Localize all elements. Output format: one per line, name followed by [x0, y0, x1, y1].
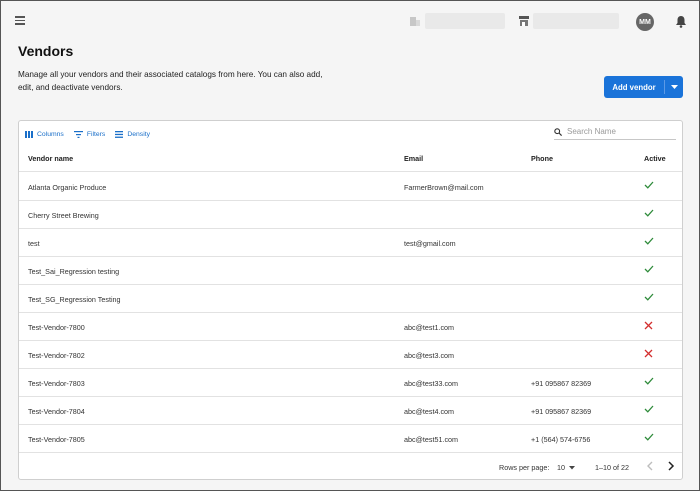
- table-row[interactable]: Test_Sai_Regression testing: [19, 257, 682, 285]
- table-row[interactable]: test test@gmail.com: [19, 229, 682, 257]
- table-body: Atlanta Organic Produce FarmerBrown@mail…: [19, 173, 682, 453]
- email-cell: FarmerBrown@mail.com: [404, 183, 484, 192]
- pagination-footer: Rows per page: 10 1–10 of 22: [19, 454, 682, 480]
- active-check-icon: [644, 405, 654, 415]
- filters-label: Filters: [86, 130, 106, 138]
- rows-per-page-label: Rows per page:: [499, 463, 550, 472]
- active-check-icon: [644, 265, 654, 275]
- vendor-name-cell: Test-Vendor-7802: [28, 351, 85, 360]
- add-vendor-label[interactable]: Add vendor: [604, 76, 664, 98]
- vendor-name-cell: test: [28, 239, 40, 248]
- vendors-table-card: Columns Filters Density Vendor name Emai…: [18, 120, 683, 480]
- columns-icon: [25, 130, 33, 138]
- page-description: Manage all your vendors and their associ…: [18, 70, 323, 92]
- store-selector[interactable]: [533, 13, 619, 29]
- density-button[interactable]: Density: [115, 130, 151, 138]
- notification-bell-icon[interactable]: [675, 15, 687, 28]
- filter-icon: [73, 130, 83, 138]
- table-row[interactable]: Test-Vendor-7800 abc@test1.com: [19, 313, 682, 341]
- top-bar: MM: [1, 1, 699, 41]
- table-row[interactable]: Test-Vendor-7803 abc@test33.com +91 0958…: [19, 369, 682, 397]
- building-icon: [410, 17, 420, 26]
- phone-cell: +1 (564) 574-6756: [531, 435, 591, 444]
- filters-button[interactable]: Filters: [73, 130, 106, 138]
- email-cell: abc@test3.com: [404, 351, 455, 360]
- rows-per-page-value: 10: [557, 463, 565, 472]
- store-icon: [519, 16, 529, 26]
- search-box[interactable]: [554, 124, 676, 140]
- table-row[interactable]: Test-Vendor-7805 abc@test51.com +1 (564)…: [19, 425, 682, 453]
- add-vendor-button[interactable]: Add vendor: [604, 76, 683, 98]
- inactive-x-icon: [644, 349, 653, 360]
- columns-label: Columns: [37, 130, 64, 138]
- chevron-left-icon: [647, 461, 653, 471]
- column-header-email[interactable]: Email: [404, 154, 423, 163]
- chevron-right-icon: [668, 461, 675, 471]
- vendor-name-cell: Cherry Street Brewing: [28, 211, 99, 220]
- menu-icon[interactable]: [15, 16, 25, 25]
- active-check-icon: [644, 433, 654, 443]
- vendor-name-cell: Test-Vendor-7804: [28, 407, 85, 416]
- email-cell: abc@test4.com: [404, 407, 455, 416]
- active-check-icon: [644, 181, 654, 191]
- organization-selector[interactable]: [425, 13, 505, 29]
- search-icon: [554, 127, 562, 136]
- vendor-name-cell: Test_SG_Regression Testing: [28, 295, 121, 304]
- email-cell: abc@test51.com: [404, 435, 459, 444]
- column-header-phone[interactable]: Phone: [531, 154, 553, 163]
- table-header-row: Vendor name Email Phone Active: [19, 145, 682, 172]
- vendor-name-cell: Test_Sai_Regression testing: [28, 267, 120, 276]
- active-check-icon: [644, 237, 654, 247]
- vendor-name-cell: Test-Vendor-7805: [28, 435, 85, 444]
- table-row[interactable]: Test_SG_Regression Testing: [19, 285, 682, 313]
- vendor-name-cell: Test-Vendor-7803: [28, 379, 85, 388]
- active-check-icon: [644, 293, 654, 303]
- vendor-name-cell: Atlanta Organic Produce: [28, 183, 107, 192]
- table-row[interactable]: Test-Vendor-7802 abc@test3.com: [19, 341, 682, 369]
- vendor-name-cell: Test-Vendor-7800: [28, 323, 85, 332]
- phone-cell: +91 095867 82369: [531, 379, 592, 388]
- rows-per-page-select[interactable]: 10: [557, 463, 575, 472]
- active-check-icon: [644, 377, 654, 387]
- add-vendor-dropdown-caret-icon[interactable]: [665, 76, 683, 98]
- email-cell: abc@test1.com: [404, 323, 455, 332]
- pagination-range: 1–10 of 22: [595, 463, 629, 472]
- user-avatar[interactable]: MM: [636, 13, 654, 31]
- page-title: Vendors: [18, 43, 74, 59]
- email-cell: test@gmail.com: [404, 239, 456, 248]
- table-toolbar: Columns Filters Density: [25, 127, 160, 141]
- column-header-vendor-name[interactable]: Vendor name: [28, 154, 73, 163]
- active-check-icon: [644, 209, 654, 219]
- email-cell: abc@test33.com: [404, 379, 459, 388]
- next-page-button[interactable]: [667, 461, 675, 473]
- density-label: Density: [127, 130, 151, 138]
- search-input[interactable]: [567, 127, 667, 136]
- table-row[interactable]: Atlanta Organic Produce FarmerBrown@mail…: [19, 173, 682, 201]
- phone-cell: +91 095867 82369: [531, 407, 592, 416]
- table-row[interactable]: Cherry Street Brewing: [19, 201, 682, 229]
- chevron-down-icon: [569, 465, 575, 469]
- table-row[interactable]: Test-Vendor-7804 abc@test4.com +91 09586…: [19, 397, 682, 425]
- previous-page-button[interactable]: [646, 461, 654, 473]
- columns-button[interactable]: Columns: [25, 130, 64, 138]
- column-header-active[interactable]: Active: [644, 154, 666, 163]
- inactive-x-icon: [644, 321, 653, 332]
- density-icon: [115, 130, 124, 138]
